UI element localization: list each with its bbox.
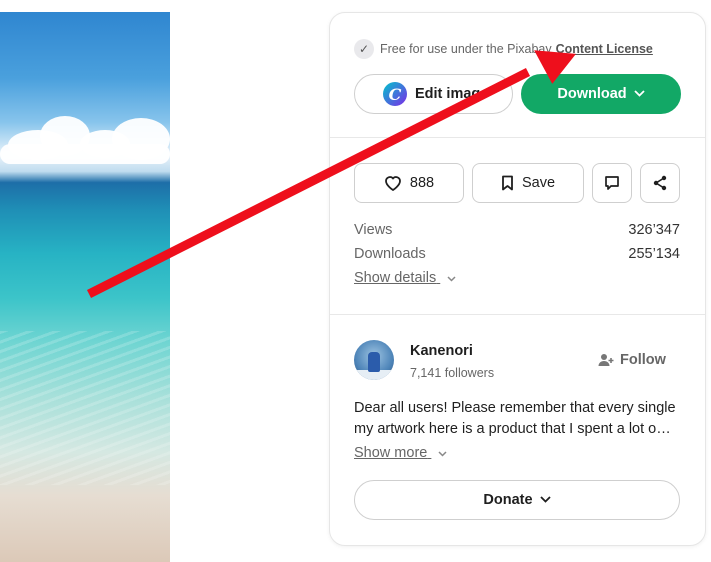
show-more-label: Show more bbox=[354, 445, 428, 461]
section-divider bbox=[330, 314, 705, 315]
share-button[interactable] bbox=[640, 163, 680, 203]
like-button[interactable]: 888 bbox=[354, 163, 464, 203]
comment-icon bbox=[605, 176, 619, 190]
chevron-down-icon bbox=[447, 274, 456, 284]
bookmark-icon bbox=[502, 175, 513, 191]
canva-icon: C bbox=[383, 82, 407, 106]
check-icon: ✓ bbox=[354, 39, 374, 59]
download-label: Download bbox=[557, 86, 627, 102]
comment-button[interactable] bbox=[592, 163, 632, 203]
save-label: Save bbox=[521, 175, 556, 191]
author-name[interactable]: Kanenori bbox=[410, 343, 473, 359]
author-bio: Dear all users! Please remember that eve… bbox=[354, 398, 684, 440]
license-notice: ✓ Free for use under the Pixabay Content… bbox=[354, 39, 653, 59]
bio-line: my artwork here is a product that I spen… bbox=[354, 421, 671, 437]
chevron-down-icon bbox=[539, 495, 551, 506]
heart-icon bbox=[384, 176, 401, 191]
downloads-row: Downloads 255’134 bbox=[354, 246, 680, 262]
follower-count: 7,141 followers bbox=[410, 366, 495, 380]
avatar[interactable] bbox=[354, 340, 394, 380]
share-icon bbox=[653, 175, 667, 191]
add-user-icon bbox=[598, 354, 614, 366]
edit-image-button[interactable]: C Edit image bbox=[354, 74, 513, 114]
chevron-down-icon bbox=[634, 89, 645, 100]
show-more-link[interactable]: Show more bbox=[354, 445, 447, 461]
water-sparkle bbox=[0, 331, 170, 485]
chevron-down-icon bbox=[438, 449, 447, 459]
cloud-shape bbox=[0, 144, 170, 164]
donate-label: Donate bbox=[483, 492, 533, 508]
views-row: Views 326’347 bbox=[354, 222, 680, 238]
bio-line: Dear all users! Please remember that eve… bbox=[354, 400, 676, 416]
donate-button[interactable]: Donate bbox=[354, 480, 680, 520]
views-label: Views bbox=[354, 222, 393, 238]
show-details-label: Show details bbox=[354, 270, 437, 286]
follow-label: Follow bbox=[620, 352, 666, 368]
like-count: 888 bbox=[409, 175, 435, 191]
beach-photo[interactable] bbox=[0, 12, 170, 562]
follow-button[interactable]: Follow bbox=[598, 352, 666, 368]
image-info-card: ✓ Free for use under the Pixabay Content… bbox=[329, 12, 706, 546]
views-value: 326’347 bbox=[628, 222, 680, 238]
content-license-link[interactable]: Content License bbox=[556, 42, 653, 56]
downloads-value: 255’134 bbox=[628, 246, 680, 262]
downloads-label: Downloads bbox=[354, 246, 426, 262]
download-button[interactable]: Download bbox=[521, 74, 681, 114]
save-button[interactable]: Save bbox=[472, 163, 584, 203]
license-text: Free for use under the Pixabay bbox=[380, 42, 552, 56]
section-divider bbox=[330, 137, 705, 138]
edit-image-label: Edit image bbox=[415, 86, 489, 102]
show-details-link[interactable]: Show details bbox=[354, 270, 456, 286]
